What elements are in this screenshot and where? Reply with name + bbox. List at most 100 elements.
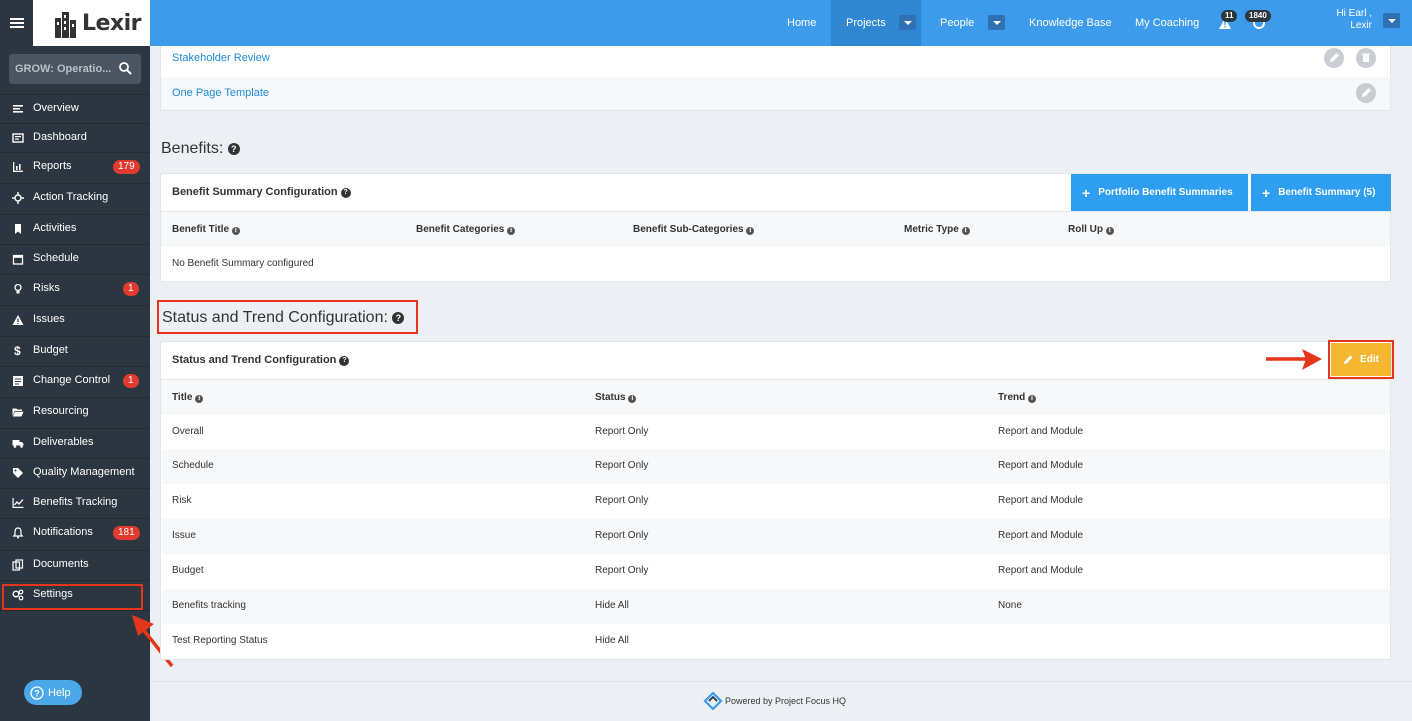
row-trend: Report and Module <box>998 426 1084 437</box>
reports-icon <box>13 162 23 172</box>
row-status: Hide All <box>595 600 629 611</box>
sidebar-item-benefits-tracking[interactable]: Benefits Tracking <box>0 488 150 518</box>
overview-icon <box>13 105 23 113</box>
sidebar-item-risks[interactable]: Risks 1 <box>0 274 150 305</box>
sidebar-item-documents[interactable]: Documents <box>0 550 150 580</box>
button-label: Portfolio Benefit Summaries <box>1098 187 1233 198</box>
chevron-down-icon[interactable] <box>899 15 916 30</box>
row-title: Budget <box>172 565 204 576</box>
row-status: Report Only <box>595 460 649 471</box>
row-status: Hide All <box>595 635 629 646</box>
nav-projects[interactable]: Projects <box>831 0 921 46</box>
building-logo-icon <box>53 8 81 38</box>
info-icon[interactable]: i <box>961 227 970 235</box>
sidebar-item-activities[interactable]: Activities <box>0 214 150 244</box>
user-greeting: Hi Earl , <box>1336 8 1372 19</box>
info-icon[interactable]: i <box>195 395 204 403</box>
trash-icon[interactable] <box>1356 48 1376 68</box>
truck-icon <box>12 440 24 448</box>
portfolio-benefit-summaries-button[interactable]: + Portfolio Benefit Summaries <box>1071 174 1248 211</box>
sidebar-item-resourcing[interactable]: Resourcing <box>0 397 150 428</box>
info-icon[interactable]: i <box>628 395 637 403</box>
change-control-count-badge: 1 <box>123 374 139 388</box>
sidebar-item-budget[interactable]: $ Budget <box>0 336 150 366</box>
stakeholder-review-link[interactable]: Stakeholder Review <box>172 52 270 64</box>
menu-toggle-icon[interactable] <box>0 0 33 46</box>
info-icon[interactable]: i <box>1028 395 1037 403</box>
empty-state-text: No Benefit Summary configured <box>172 258 314 269</box>
action-tracking-icon <box>12 192 24 204</box>
row-status: Report Only <box>595 426 649 437</box>
sidebar-item-overview[interactable]: Overview <box>0 94 150 123</box>
search-icon[interactable] <box>119 62 132 75</box>
sidebar-item-reports[interactable]: Reports 179 <box>0 152 150 183</box>
column-header-text: Metric Type <box>904 224 959 235</box>
notifications-count-badge: 181 <box>113 526 140 540</box>
edit-icon[interactable] <box>1324 48 1344 68</box>
sidebar-item-action-tracking[interactable]: Action Tracking <box>0 183 150 214</box>
help-button[interactable]: ? Help <box>24 680 82 705</box>
section-title-highlight-box <box>157 300 418 334</box>
chevron-down-icon[interactable] <box>988 15 1005 30</box>
help-count-badge: 1840 <box>1245 10 1271 22</box>
column-header-text: Benefit Sub-Categories <box>633 224 744 235</box>
benefits-title-text: Benefits: <box>161 140 224 157</box>
help-requests-button[interactable]: 1840 <box>1245 10 1271 35</box>
user-menu-chevron-icon[interactable] <box>1383 13 1400 28</box>
sidebar-item-label: Reports <box>33 160 72 172</box>
nav-knowledge-base[interactable]: Knowledge Base <box>1029 0 1112 46</box>
bell-icon <box>12 527 24 539</box>
info-icon[interactable]: i <box>746 227 755 235</box>
project-search-input[interactable]: GROW: Operatio... <box>9 54 141 84</box>
status-trend-panel-title: Status and Trend Configuration ? <box>172 354 350 366</box>
dashboard-icon <box>12 133 24 143</box>
sidebar-item-label: Benefits Tracking <box>33 496 118 508</box>
table-header-row: Title i Status i Trend i <box>161 380 1390 415</box>
folder-open-icon <box>12 408 24 417</box>
sidebar-item-schedule[interactable]: Schedule <box>0 244 150 274</box>
one-page-template-link[interactable]: One Page Template <box>172 87 269 99</box>
dollar-icon: $ <box>14 344 21 358</box>
table-row: Budget Report Only Report and Module <box>162 554 1390 589</box>
row-trend: Report and Module <box>998 530 1084 541</box>
question-circle-icon: ? <box>30 685 44 700</box>
plus-icon: + <box>1082 184 1091 201</box>
nav-my-coaching[interactable]: My Coaching <box>1135 0 1199 46</box>
footer: Powered by Project Focus HQ <box>150 681 1412 721</box>
nav-projects-label: Projects <box>846 17 886 29</box>
row-status: Report Only <box>595 565 649 576</box>
info-icon[interactable]: i <box>231 227 240 235</box>
help-icon[interactable]: ? <box>340 188 351 198</box>
sidebar-item-quality-management[interactable]: Quality Management <box>0 458 150 488</box>
top-navbar: Lexir Home Projects People Knowledge Bas… <box>0 0 1412 46</box>
warning-icon <box>12 315 24 325</box>
row-status: Report Only <box>595 495 649 506</box>
user-menu[interactable]: Hi Earl , Lexir <box>1330 8 1372 32</box>
sidebar-item-notifications[interactable]: Notifications 181 <box>0 518 150 550</box>
benefit-summary-panel-title: Benefit Summary Configuration ? <box>172 186 351 198</box>
nav-home[interactable]: Home <box>787 0 816 46</box>
sidebar-item-change-control[interactable]: Change Control 1 <box>0 366 150 397</box>
sidebar-item-issues[interactable]: Issues <box>0 305 150 336</box>
help-icon[interactable]: ? <box>339 356 350 366</box>
info-icon[interactable]: i <box>1105 227 1114 235</box>
help-icon[interactable]: ? <box>227 143 240 155</box>
sidebar-item-dashboard[interactable]: Dashboard <box>0 123 150 152</box>
benefit-summary-button[interactable]: + Benefit Summary (5) <box>1251 174 1391 211</box>
svg-text:?: ? <box>34 688 40 698</box>
table-row: Issue Report Only Report and Module <box>162 519 1390 554</box>
info-icon[interactable]: i <box>507 227 516 235</box>
column-header-text: Roll Up <box>1068 224 1103 235</box>
edit-icon[interactable] <box>1356 83 1376 103</box>
table-row: Schedule Report Only Report and Module <box>162 449 1390 484</box>
sidebar-item-deliverables[interactable]: Deliverables <box>0 428 150 458</box>
alerts-button[interactable]: 11 <box>1218 10 1238 35</box>
row-title: Overall <box>172 426 204 437</box>
nav-people[interactable]: People <box>940 0 974 46</box>
brand-logo[interactable]: Lexir <box>33 0 150 46</box>
table-row: Benefits tracking Hide All None <box>162 589 1390 624</box>
column-header-metric-type: Metric Type i <box>904 224 970 235</box>
user-org: Lexir <box>1350 20 1372 31</box>
panel-title-text: Status and Trend Configuration <box>172 354 337 366</box>
list-item: Stakeholder Review <box>161 46 1390 77</box>
